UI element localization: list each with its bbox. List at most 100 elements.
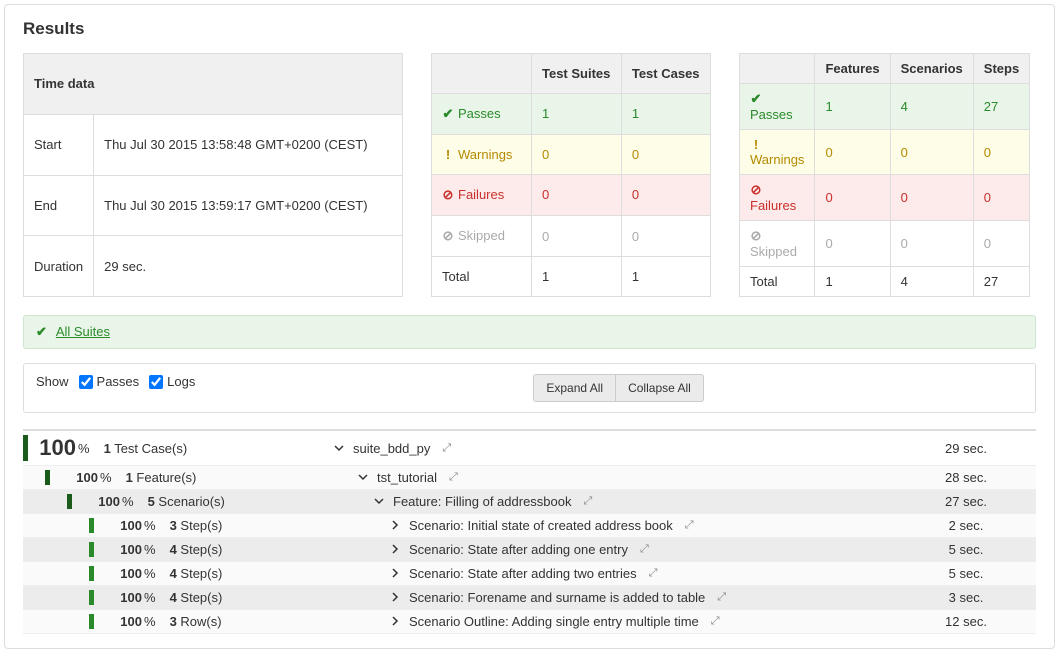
expand-all-button[interactable]: Expand All	[533, 374, 616, 402]
page-title: Results	[23, 19, 1036, 39]
col-scenarios: Scenarios	[890, 54, 973, 84]
show-group: Show Passes Logs	[36, 374, 195, 389]
expand-icon[interactable]: ⤢	[640, 543, 649, 556]
passes-scenarios: 4	[890, 84, 973, 130]
scenario-time: 12 sec.	[916, 614, 1036, 629]
tree-row-scenario[interactable]: 100 % 4 Step(s) Scenario: State after ad…	[23, 562, 1036, 586]
chevron-right-icon[interactable]	[389, 566, 401, 581]
warnings-cases: 0	[621, 134, 710, 174]
scenario-name: Scenario: Forename and surname is added …	[409, 590, 705, 605]
logs-checkbox-label[interactable]: Logs	[149, 374, 195, 389]
warning-icon: !	[442, 147, 454, 162]
passes-checkbox-label[interactable]: Passes	[79, 374, 140, 389]
passes-steps: 27	[973, 84, 1029, 130]
end-value: Thu Jul 30 2015 13:59:17 GMT+0200 (CEST)	[94, 175, 403, 236]
chevron-right-icon[interactable]	[389, 542, 401, 557]
features-scenarios-steps-table: Features Scenarios Steps ✔Passes 1 4 27 …	[739, 53, 1030, 297]
total-label-2: Total	[740, 267, 815, 297]
status-bar-pass	[89, 614, 94, 629]
testcase-name: tst_tutorial	[377, 470, 437, 485]
scenario-time: 5 sec.	[916, 566, 1036, 581]
failures-features: 0	[815, 175, 890, 221]
expand-icon[interactable]: ⤢	[649, 567, 658, 580]
testcase-time: 28 sec.	[916, 470, 1036, 485]
duration-value: 29 sec.	[94, 236, 403, 297]
status-bar-pass	[89, 518, 94, 533]
skipped-label-2: Skipped	[750, 244, 797, 259]
scenario-name: Scenario: Initial state of created addre…	[409, 518, 673, 533]
check-icon: ✔	[36, 324, 47, 339]
controls-bar: Show Passes Logs Expand All Collapse All	[23, 363, 1036, 413]
check-icon: ✔	[442, 106, 454, 122]
failures-label: Failures	[458, 187, 504, 202]
expand-icon[interactable]: ⤢	[449, 471, 458, 484]
feature-name: Feature: Filling of addressbook	[393, 494, 571, 509]
warnings-steps: 0	[973, 130, 1029, 175]
status-bar-pass	[23, 435, 28, 461]
total-scenarios: 4	[890, 267, 973, 297]
tree-row-suite[interactable]: 100% 1 Test Case(s) suite_bdd_py ⤢ 29 se…	[23, 429, 1036, 466]
status-bar-pass	[89, 566, 94, 581]
expand-collapse-group: Expand All Collapse All	[533, 374, 703, 402]
skipped-steps: 0	[973, 221, 1029, 267]
skipped-scenarios: 0	[890, 221, 973, 267]
warnings-label-2: Warnings	[750, 152, 804, 167]
feature-time: 27 sec.	[916, 494, 1036, 509]
suite-name: suite_bdd_py	[353, 441, 430, 456]
tree-row-testcase[interactable]: 100 % 1 Feature(s) tst_tutorial ⤢ 28 sec…	[23, 466, 1036, 490]
skipped-features: 0	[815, 221, 890, 267]
tree-row-scenario[interactable]: 100 % 4 Step(s) Scenario: State after ad…	[23, 538, 1036, 562]
skipped-label: Skipped	[458, 228, 505, 243]
chevron-down-icon[interactable]	[357, 470, 369, 485]
total-cases: 1	[621, 257, 710, 297]
failures-cases: 0	[621, 174, 710, 215]
failures-suites: 0	[532, 174, 622, 215]
warnings-suites: 0	[532, 134, 622, 174]
end-label: End	[24, 175, 94, 236]
summary-row: Time data Start Thu Jul 30 2015 13:58:48…	[23, 53, 1036, 297]
chevron-right-icon[interactable]	[389, 590, 401, 605]
results-tree: 100% 1 Test Case(s) suite_bdd_py ⤢ 29 se…	[23, 429, 1036, 634]
warnings-label: Warnings	[458, 147, 512, 162]
chevron-down-icon[interactable]	[333, 441, 345, 456]
expand-icon[interactable]: ⤢	[711, 615, 720, 628]
suites-cases-table: Test Suites Test Cases ✔Passes 1 1 !Warn…	[431, 53, 711, 297]
feature-pct: 100	[82, 494, 120, 509]
tree-row-feature[interactable]: 100 % 5 Scenario(s) Feature: Filling of …	[23, 490, 1036, 514]
expand-icon[interactable]: ⤢	[685, 519, 694, 532]
chevron-down-icon[interactable]	[373, 494, 385, 509]
logs-checkbox[interactable]	[149, 375, 163, 389]
expand-icon[interactable]: ⤢	[717, 591, 726, 604]
all-suites-link[interactable]: All Suites	[56, 324, 110, 339]
scenario-name: Scenario Outline: Adding single entry mu…	[409, 614, 699, 629]
skip-icon: ⊘	[442, 228, 454, 244]
total-features: 1	[815, 267, 890, 297]
expand-icon[interactable]: ⤢	[583, 495, 592, 508]
tree-row-scenario-outline[interactable]: 100 % 3 Row(s) Scenario Outline: Adding …	[23, 610, 1036, 634]
time-data-table: Time data Start Thu Jul 30 2015 13:58:48…	[23, 53, 403, 297]
suite-time: 29 sec.	[916, 441, 1036, 456]
col-features: Features	[815, 54, 890, 84]
status-bar-pass	[89, 542, 94, 557]
scenario-time: 3 sec.	[916, 590, 1036, 605]
col-test-suites: Test Suites	[532, 54, 622, 94]
tree-row-scenario[interactable]: 100 % 3 Step(s) Scenario: Initial state …	[23, 514, 1036, 538]
scenario-time: 2 sec.	[916, 518, 1036, 533]
skip-icon: ⊘	[750, 228, 762, 244]
passes-checkbox[interactable]	[79, 375, 93, 389]
show-label: Show	[36, 374, 69, 389]
passes-features: 1	[815, 84, 890, 130]
all-suites-bar: ✔ All Suites	[23, 315, 1036, 349]
results-panel: Results Time data Start Thu Jul 30 2015 …	[4, 4, 1055, 649]
total-label: Total	[432, 257, 532, 297]
tree-row-scenario[interactable]: 100 % 4 Step(s) Scenario: Forename and s…	[23, 586, 1036, 610]
chevron-right-icon[interactable]	[389, 614, 401, 629]
warning-icon: !	[750, 137, 762, 152]
chevron-right-icon[interactable]	[389, 518, 401, 533]
skipped-suites: 0	[532, 215, 622, 256]
collapse-all-button[interactable]: Collapse All	[616, 374, 704, 402]
expand-icon[interactable]: ⤢	[442, 442, 451, 455]
start-label: Start	[24, 114, 94, 175]
total-suites: 1	[532, 257, 622, 297]
scenario-name: Scenario: State after adding one entry	[409, 542, 628, 557]
